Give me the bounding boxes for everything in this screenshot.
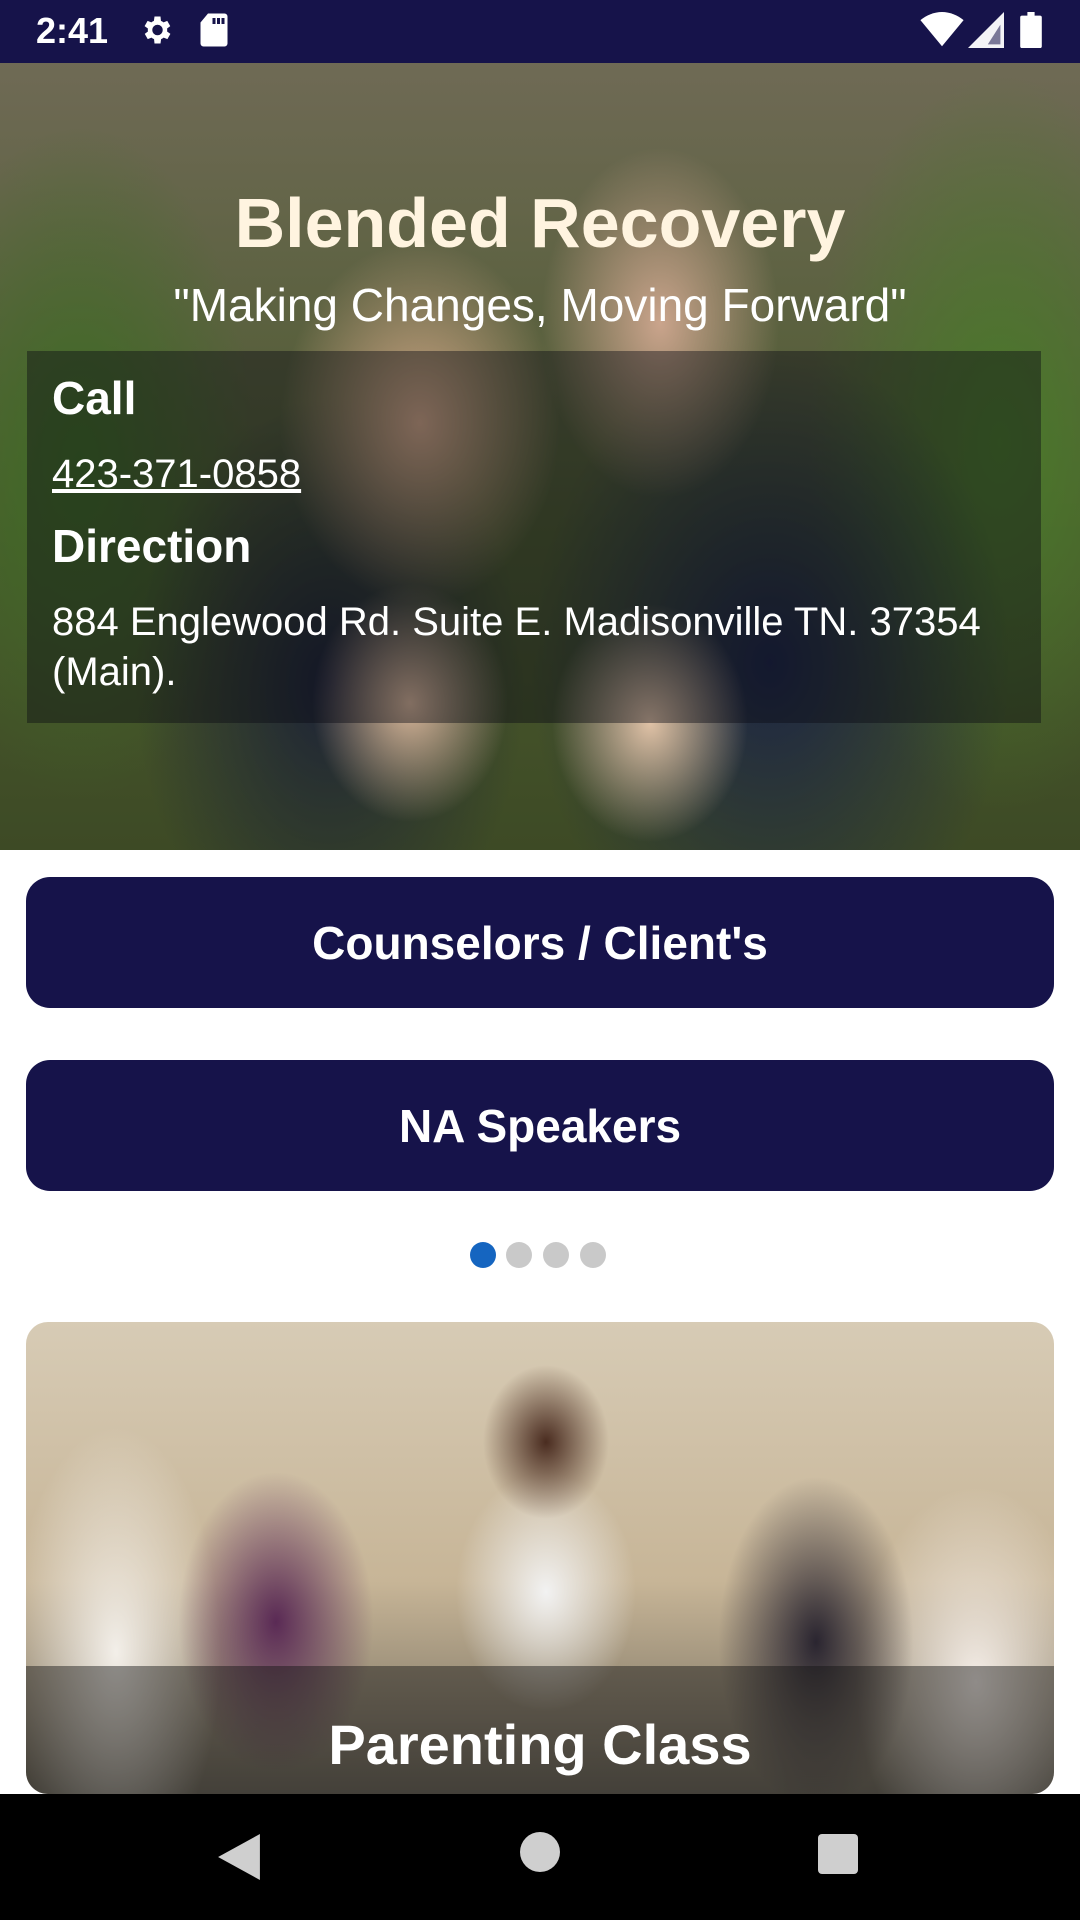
settings-icon <box>138 12 174 53</box>
sd-card-icon <box>198 12 230 53</box>
carousel-indicator <box>0 1242 1080 1272</box>
status-time: 2:41 <box>36 10 109 51</box>
contact-info-panel: Call 423-371-0858 Direction 884 Englewoo… <box>27 351 1041 723</box>
card-caption: Parenting Class <box>328 1713 752 1776</box>
carousel-dot-4[interactable] <box>580 1242 606 1268</box>
status-bar: 2:41 <box>0 0 1080 63</box>
wifi-icon <box>920 12 964 53</box>
carousel-dot-3[interactable] <box>543 1242 569 1268</box>
counselors-clients-button[interactable]: Counselors / Client's <box>26 877 1054 1008</box>
app-tagline: "Making Changes, Moving Forward" <box>173 279 907 331</box>
app-title: Blended Recovery <box>234 184 846 262</box>
home-icon[interactable] <box>520 1832 560 1877</box>
call-label: Call <box>52 372 137 424</box>
system-navigation-bar <box>0 1794 1080 1920</box>
recents-icon[interactable] <box>818 1834 858 1879</box>
back-icon[interactable] <box>218 1834 260 1885</box>
phone-link[interactable]: 423-371-0858 <box>52 449 301 499</box>
na-speakers-button[interactable]: NA Speakers <box>26 1060 1054 1191</box>
direction-label: Direction <box>52 520 252 572</box>
battery-icon <box>1020 12 1042 53</box>
address-text[interactable]: 884 Englewood Rd. Suite E. Madisonville … <box>52 597 1032 697</box>
carousel-dot-2[interactable] <box>506 1242 532 1268</box>
signal-icon <box>968 12 1004 53</box>
hero-banner: Blended Recovery "Making Changes, Moving… <box>0 63 1080 850</box>
carousel-card-parenting-class[interactable]: Parenting Class <box>26 1322 1054 1794</box>
carousel-dot-1[interactable] <box>470 1242 496 1268</box>
